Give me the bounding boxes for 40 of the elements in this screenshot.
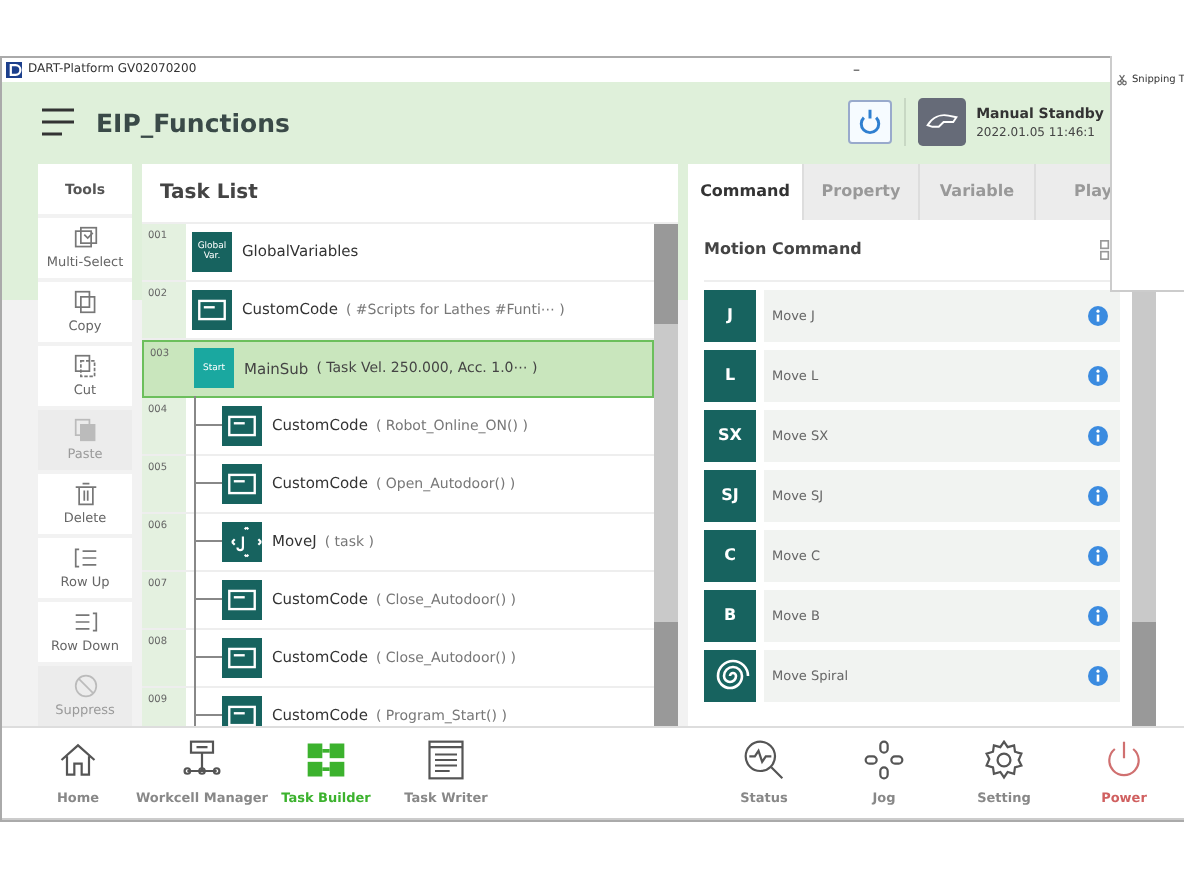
builder-icon [304, 738, 348, 783]
info-icon[interactable] [1088, 365, 1109, 386]
code-block-icon [222, 463, 262, 504]
rowup-icon [73, 546, 97, 571]
info-icon[interactable] [1088, 425, 1109, 446]
panel-tab[interactable]: Command [688, 163, 804, 220]
cut-icon [73, 354, 97, 379]
command-icon[interactable]: C [704, 529, 756, 582]
section-title: Motion Command [704, 240, 862, 259]
info-icon[interactable] [1088, 545, 1109, 566]
info-icon[interactable] [1088, 665, 1109, 686]
writer-icon [424, 738, 468, 783]
rowdown-icon [73, 610, 97, 635]
multi-icon [73, 226, 97, 251]
command-icon[interactable]: SX [704, 409, 756, 462]
scissors-icon [1116, 74, 1128, 86]
move-joint-icon [222, 521, 262, 562]
paste-icon [73, 418, 97, 443]
info-icon[interactable] [1088, 605, 1109, 626]
scrollbar[interactable] [654, 223, 678, 726]
jog-icon [862, 738, 906, 783]
command-icon[interactable]: SJ [704, 469, 756, 522]
setting-icon [982, 738, 1026, 783]
code-block-icon [222, 405, 262, 446]
code-block-icon [222, 579, 262, 620]
hand-icon [918, 98, 967, 147]
command-icon[interactable]: L [704, 349, 756, 402]
command-icon[interactable]: B [704, 589, 756, 642]
code-block-icon [222, 637, 262, 678]
menu-icon[interactable] [42, 108, 74, 137]
refresh-button[interactable] [848, 100, 893, 145]
command-icon[interactable]: J [704, 289, 756, 342]
info-icon[interactable] [1088, 305, 1109, 326]
status-icon [742, 738, 786, 783]
info-icon[interactable] [1088, 485, 1109, 506]
code-block-icon [192, 289, 232, 330]
program-title: EIP_Functions [96, 107, 290, 138]
copy-icon [73, 290, 97, 315]
delete-icon [73, 482, 97, 507]
suppress-icon [73, 673, 97, 698]
